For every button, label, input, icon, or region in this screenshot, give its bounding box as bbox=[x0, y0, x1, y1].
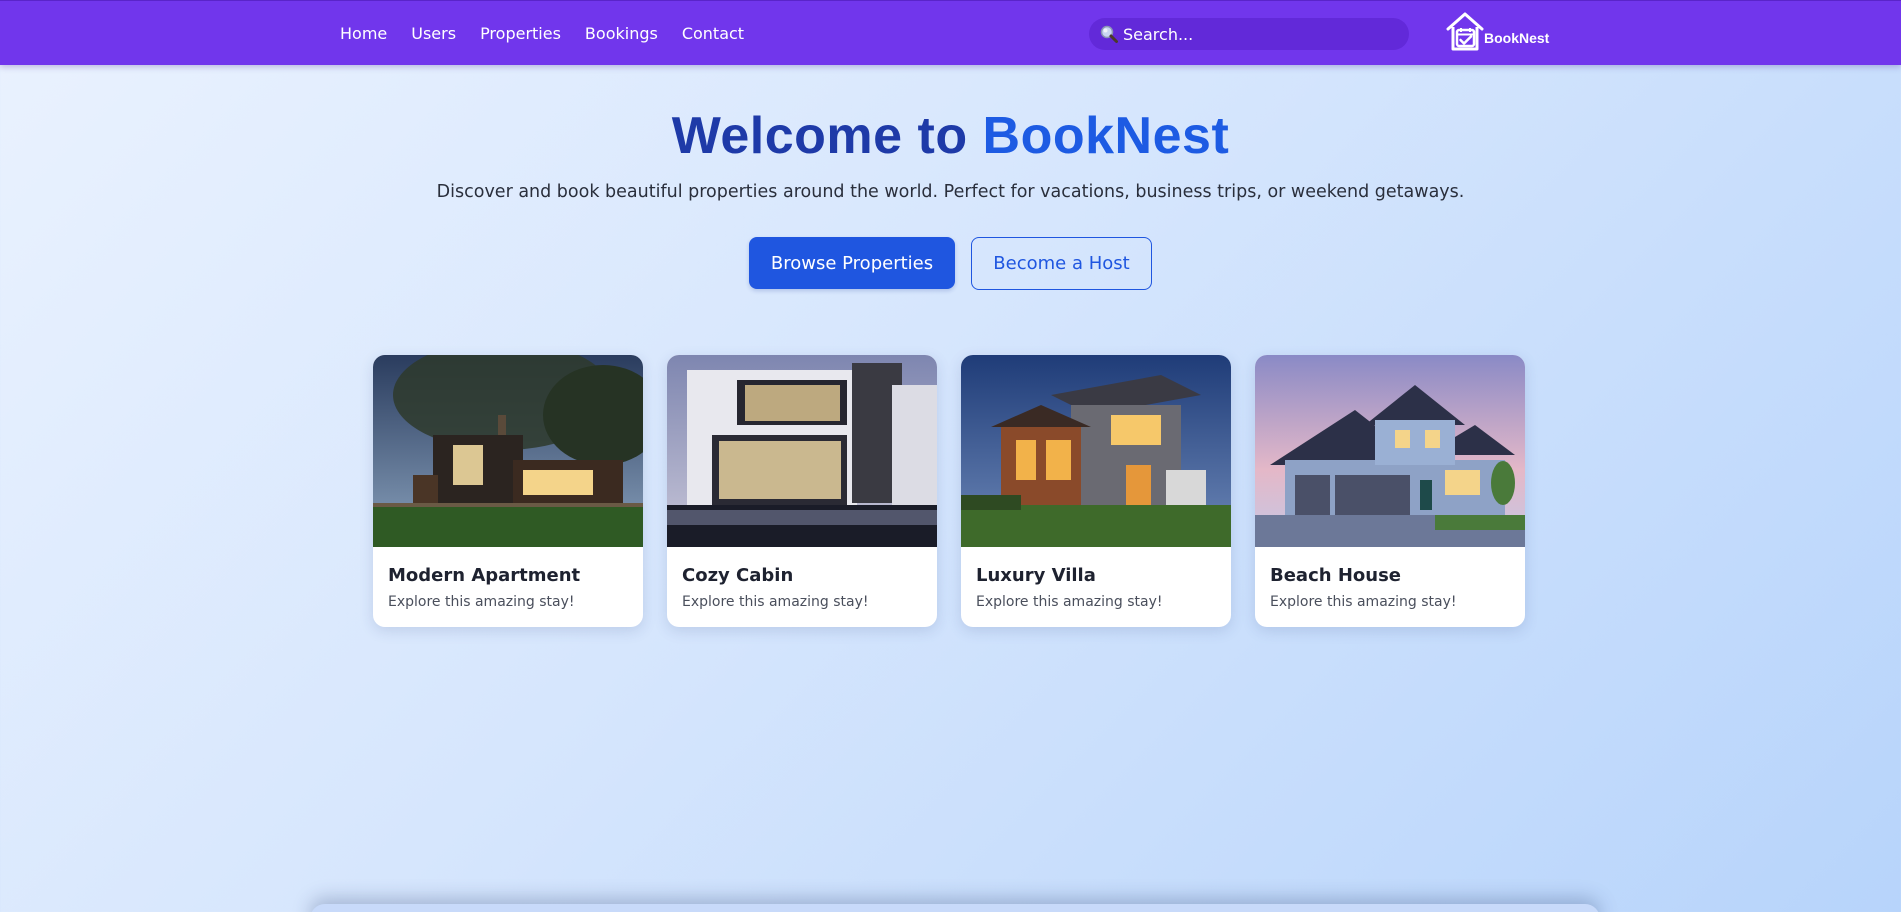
hero-title-prefix: Welcome to bbox=[671, 107, 983, 165]
search-icon bbox=[1100, 25, 1118, 43]
brand[interactable]: BookNest bbox=[1444, 10, 1549, 52]
nav-link-properties[interactable]: Properties bbox=[480, 24, 561, 43]
nav-link-users[interactable]: Users bbox=[411, 24, 456, 43]
hero-title-accent: BookNest bbox=[982, 107, 1230, 165]
nav-link-contact[interactable]: Contact bbox=[682, 24, 744, 43]
navbar: Home Users Properties Bookings Contact B… bbox=[0, 0, 1901, 65]
property-card[interactable]: Beach House Explore this amazing stay! bbox=[1255, 355, 1525, 627]
property-card[interactable]: Cozy Cabin Explore this amazing stay! bbox=[667, 355, 937, 627]
hero-buttons: Browse Properties Become a Host bbox=[0, 237, 1901, 290]
card-title: Luxury Villa bbox=[976, 565, 1096, 586]
property-image-luxury-villa bbox=[961, 355, 1231, 547]
browse-properties-button[interactable]: Browse Properties bbox=[749, 237, 955, 289]
search-input[interactable] bbox=[1123, 24, 1393, 44]
footer-edge bbox=[310, 904, 1600, 912]
card-description: Explore this amazing stay! bbox=[1270, 594, 1457, 610]
nav-link-bookings[interactable]: Bookings bbox=[585, 24, 658, 43]
card-title: Modern Apartment bbox=[388, 565, 581, 586]
brand-name: BookNest bbox=[1484, 30, 1550, 46]
property-image-cozy-cabin bbox=[667, 355, 937, 547]
nav-link-home[interactable]: Home bbox=[340, 24, 387, 43]
hero-section: Welcome to BookNest Discover and book be… bbox=[0, 100, 1901, 202]
card-title: Beach House bbox=[1270, 565, 1401, 586]
nav-links: Home Users Properties Bookings Contact bbox=[340, 1, 768, 66]
card-description: Explore this amazing stay! bbox=[682, 594, 869, 610]
card-description: Explore this amazing stay! bbox=[976, 594, 1163, 610]
house-calendar-icon bbox=[1446, 12, 1484, 51]
property-card[interactable]: Modern Apartment Explore this amazing st… bbox=[373, 355, 643, 627]
hero-subtitle: Discover and book beautiful properties a… bbox=[436, 182, 1465, 202]
property-image-modern-apartment bbox=[373, 355, 643, 547]
property-image-beach-house bbox=[1255, 355, 1525, 547]
become-host-button[interactable]: Become a Host bbox=[971, 237, 1152, 290]
search-box[interactable] bbox=[1089, 18, 1409, 50]
hero-title: Welcome to BookNest bbox=[0, 100, 1901, 172]
card-title: Cozy Cabin bbox=[682, 565, 794, 586]
property-cards: Modern Apartment Explore this amazing st… bbox=[373, 355, 1525, 627]
property-card[interactable]: Luxury Villa Explore this amazing stay! bbox=[961, 355, 1231, 627]
card-description: Explore this amazing stay! bbox=[388, 594, 575, 610]
